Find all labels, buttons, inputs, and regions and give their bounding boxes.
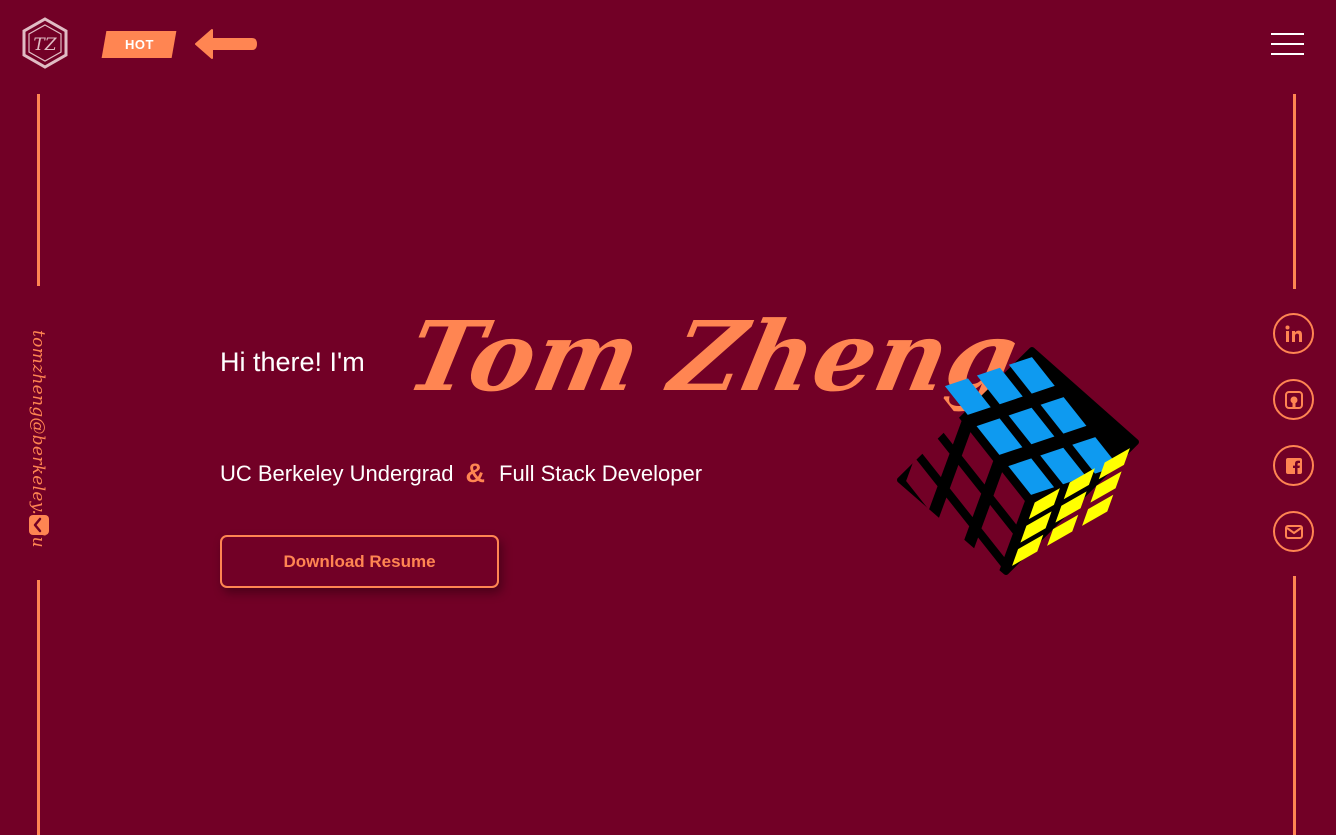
mail-button[interactable] <box>1273 511 1314 552</box>
greeting-text: Hi there! I'm <box>220 347 365 377</box>
menu-button[interactable] <box>1271 33 1307 59</box>
menu-bar <box>1271 43 1304 45</box>
menu-bar <box>1271 53 1304 55</box>
github-button[interactable] <box>1273 379 1314 420</box>
subtitle-right: Full Stack Developer <box>499 460 703 486</box>
subtitle-left: UC Berkeley Undergrad <box>220 460 454 486</box>
download-resume-button[interactable]: Download Resume <box>220 535 499 588</box>
linkedin-button[interactable] <box>1273 313 1314 354</box>
facebook-button[interactable] <box>1273 445 1314 486</box>
left-divider-bottom <box>37 580 40 835</box>
right-divider-top <box>1293 94 1296 289</box>
facebook-icon <box>1285 457 1302 474</box>
menu-bar <box>1271 33 1304 35</box>
tz-logo[interactable]: TZ <box>19 17 71 69</box>
ampersand: & <box>465 458 486 488</box>
hero-subtitle: UC Berkeley Undergrad & Full Stack Devel… <box>220 458 702 489</box>
hot-label: HOT <box>124 37 154 52</box>
right-divider-bottom <box>1293 576 1296 835</box>
arrow-left-icon <box>192 26 258 62</box>
left-divider-top <box>37 94 40 286</box>
logo-text: TZ <box>33 35 57 55</box>
cube-side-sticker <box>1082 494 1114 526</box>
hot-badge[interactable]: HOT <box>101 31 177 58</box>
mail-icon <box>1284 524 1303 539</box>
linkedin-icon <box>1285 325 1302 342</box>
github-icon <box>1284 390 1303 409</box>
rubiks-cube-graphic <box>897 347 1139 576</box>
email-diamond-icon[interactable] <box>28 514 50 536</box>
